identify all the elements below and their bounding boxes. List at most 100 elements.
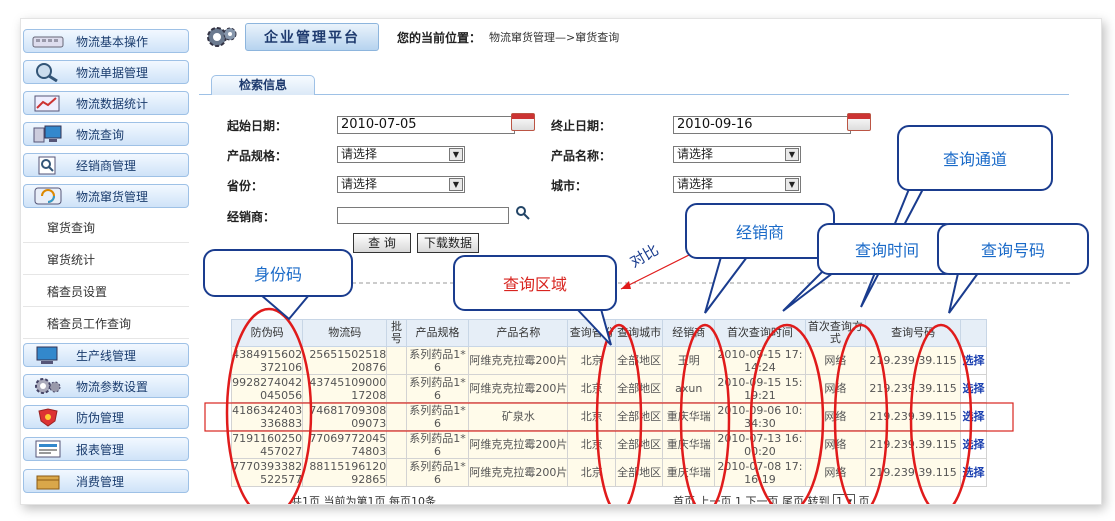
sidebar-item-diversion-mgmt[interactable]: 物流窜货管理 [23, 184, 189, 208]
results-table: 防伪码 物流码 批号 产品规格 产品名称 查询省份 查询城市 经销商 首次查询时… [230, 319, 987, 487]
sidebar-item-production-line[interactable]: 生产线管理 [23, 343, 189, 367]
sidebar-item-reports[interactable]: 报表管理 [23, 437, 189, 461]
callout-label: 查询通道 [942, 150, 1007, 169]
column-header [960, 319, 987, 347]
select-link[interactable]: 选择 [960, 458, 987, 487]
table-cell: 系列药品1*6 [405, 402, 470, 431]
table-cell: 系列药品1*6 [405, 346, 470, 375]
sidebar-subitem-diversion-stats[interactable]: 窜货统计 [23, 245, 189, 275]
table-cell: 北京 [567, 402, 616, 431]
table-row: 4384915602372106 2565150251820876 系列药品1*6 阿… [230, 346, 987, 375]
tab-bar: 检索信息 [199, 75, 1069, 95]
sidebar-item-basic-ops[interactable]: 物流基本操作 [23, 29, 189, 53]
table-cell: 全部地区 [614, 402, 664, 431]
sidebar-subitem-diversion-query[interactable]: 窜货查询 [23, 213, 189, 243]
pager-summary: 共1页 当前为第1页 每页10条 [291, 495, 436, 505]
table-cell: 北京 [567, 430, 616, 459]
table-cell: 阿维克克拉霉200片 [468, 374, 569, 403]
page-suffix: 页 [858, 495, 870, 505]
table-cell: 2010-09-15 15:19:21 [714, 374, 806, 403]
select-link[interactable]: 选择 [960, 374, 987, 403]
sidebar-subitem-inspector-settings[interactable]: 稽查员设置 [23, 277, 189, 307]
callout-query-channel: 查询通道 [897, 125, 1053, 191]
table-cell: 2010-07-08 17:16:19 [714, 458, 806, 487]
callout-id-code: 身份码 [203, 249, 353, 297]
select-link[interactable]: 选择 [960, 346, 987, 375]
computer-icon [28, 345, 68, 365]
table-row: 7770393382522577 8811519612092865 系列药品1*6 阿… [230, 458, 987, 487]
table-cell [386, 346, 407, 375]
column-header: 经销商 [662, 319, 716, 347]
dealer-input[interactable] [337, 207, 509, 224]
calendar-icon[interactable] [511, 113, 535, 131]
column-header: 查询号码 [865, 319, 962, 347]
table-cell: 北京 [567, 346, 616, 375]
sidebar: 物流基本操作 物流单据管理 物流数据统计 物流查询 经销商管理 物流窜货管理 窜… [21, 19, 193, 504]
compare-label: 对比 [626, 240, 662, 272]
pager-links[interactable]: 首页 上一页 1 下一页 尾页 转到 [673, 495, 829, 504]
select-link[interactable]: 选择 [960, 430, 987, 459]
table-cell: 全部地区 [614, 346, 664, 375]
table-cell: 系列药品1*6 [405, 430, 470, 459]
end-date-input[interactable]: 2010-09-16 [673, 116, 851, 134]
table-cell: 219.239.39.115 [865, 402, 962, 431]
column-header: 防伪码 [230, 319, 304, 347]
province-select-value: 请选择 [341, 177, 378, 191]
spec-label: 产品规格： [227, 149, 288, 163]
table-row: 4186342403336883 7468170930809073 系列药品1*6 矿… [230, 402, 987, 431]
query-button[interactable]: 查 询 [353, 233, 411, 253]
table-cell: 重庆华瑞 [662, 458, 716, 487]
callout-dealer: 经销商 [685, 203, 835, 259]
table-cell: 北京 [567, 458, 616, 487]
province-label: 省份： [227, 179, 264, 193]
spec-select[interactable]: 请选择 ▼ [337, 146, 465, 163]
sidebar-item-logistics-query[interactable]: 物流查询 [23, 122, 189, 146]
sidebar-item-label: 生产线管理 [76, 348, 137, 363]
sidebar-item-anti-fake[interactable]: 防伪管理 [23, 405, 189, 429]
tab-search-info[interactable]: 检索信息 [211, 75, 315, 95]
sidebar-item-label: 经销商管理 [76, 158, 137, 173]
start-date-input[interactable]: 2010-07-05 [337, 116, 515, 134]
callout-pointer [948, 268, 982, 314]
sidebar-subitem-inspector-work-query[interactable]: 稽查员工作查询 [23, 309, 189, 339]
download-button[interactable]: 下载数据 [417, 233, 479, 253]
app-title: 企业管理平台 [245, 23, 379, 51]
callout-label: 身份码 [253, 265, 302, 284]
sidebar-item-label: 防伪管理 [76, 410, 125, 425]
column-header: 首次查询时间 [714, 319, 806, 347]
sidebar-item-logistics-stats[interactable]: 物流数据统计 [23, 91, 189, 115]
province-select[interactable]: 请选择 ▼ [337, 176, 465, 193]
product-name-select-value: 请选择 [677, 147, 714, 161]
table-cell [386, 458, 407, 487]
table-cell: 9928274042045056 [230, 374, 304, 403]
page-select[interactable]: 1 ▾ [832, 494, 856, 504]
start-date-label: 起始日期： [227, 119, 288, 133]
table-cell: 2010-09-15 17:14:24 [714, 346, 806, 375]
sidebar-item-consumption[interactable]: 消费管理 [23, 469, 189, 493]
search-icon[interactable] [515, 205, 531, 224]
table-cell: 4186342403336883 [230, 402, 304, 431]
column-header: 查询城市 [614, 319, 664, 347]
table-cell: 系列药品1*6 [405, 458, 470, 487]
table-cell: 全部地区 [614, 430, 664, 459]
column-header: 批号 [386, 319, 407, 347]
column-header: 查询省份 [567, 319, 616, 347]
callout-query-time: 查询时间 [817, 223, 957, 275]
product-name-select[interactable]: 请选择 ▼ [673, 146, 801, 163]
sidebar-item-dealer-mgmt[interactable]: 经销商管理 [23, 153, 189, 177]
city-select[interactable]: 请选择 ▼ [673, 176, 801, 193]
select-link[interactable]: 选择 [960, 402, 987, 431]
table-cell: axun [662, 374, 716, 403]
search-doc-icon [28, 155, 68, 175]
dealer-label: 经销商： [227, 210, 276, 224]
product-name-label: 产品名称： [551, 149, 612, 163]
calendar-icon[interactable] [847, 113, 871, 131]
shield-icon [28, 407, 68, 427]
table-cell: 王明 [662, 346, 716, 375]
sidebar-item-label: 物流单据管理 [76, 65, 149, 80]
sidebar-item-param-settings[interactable]: 物流参数设置 [23, 374, 189, 398]
arrow-head [621, 281, 631, 289]
sidebar-item-logistics-docs[interactable]: 物流单据管理 [23, 60, 189, 84]
spec-select-value: 请选择 [341, 147, 378, 161]
computer-icon [28, 124, 68, 144]
